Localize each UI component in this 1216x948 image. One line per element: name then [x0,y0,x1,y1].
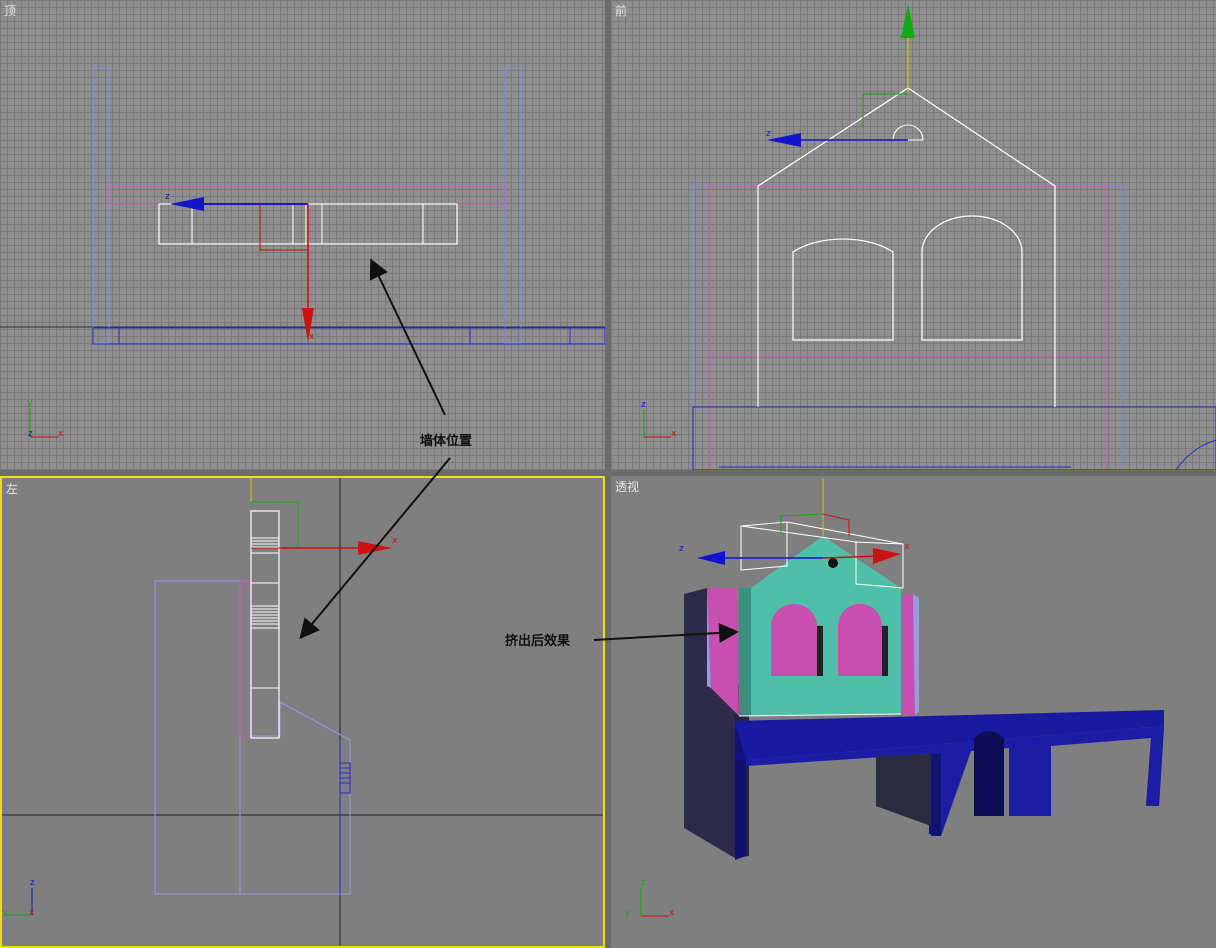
gizmo-x-arrow-left[interactable] [358,541,392,555]
axis-tripod-z-label-front: z [641,400,646,410]
top-view-geometry [0,67,605,438]
viewport-label-left[interactable]: 左 [6,480,18,497]
gizmo-z-label-front: z [766,129,771,139]
axis-tripod-y-label: y [27,398,33,408]
axis-tripod-y-label-left: y [2,908,8,918]
annotation-after-extrude: 挤出后效果 [505,634,571,649]
annotation-wall-position: 墙体位置 [420,434,473,449]
gizmo-z-label-persp: z [679,544,684,554]
gizmo-x-label-left: x [392,536,398,546]
gizmo-x-arrow-persp[interactable] [873,548,901,564]
gizmo-z-arrow-front[interactable] [767,133,801,147]
gizmo-z-arrow-persp[interactable] [697,551,725,565]
viewport-top[interactable]: 顶 z x y z x [0,0,605,470]
viewport-front[interactable]: 前 z z x [611,0,1216,470]
axis-tripod-z-label: z [28,429,33,439]
viewport-label-top[interactable]: 顶 [4,2,16,19]
perspective-view-geometry [640,478,1164,917]
front-view-geometry [643,4,1216,470]
viewport-left[interactable]: 左 x z y x [0,476,605,948]
axis-tripod-y-label-persp: y [625,908,631,918]
axis-tripod-z-label-left: z [30,878,35,888]
gizmo-x-label: x [309,332,315,342]
axis-tripod-z-label-persp: z [641,878,646,888]
gizmo-z-arrow[interactable] [170,197,204,211]
gizmo-y-arrow[interactable] [901,4,915,38]
viewport-label-front[interactable]: 前 [615,2,627,19]
axis-tripod-x-label-left: x [29,908,35,918]
axis-tripod-x-label: x [58,429,64,439]
gizmo-x-label-persp: x [904,542,910,552]
viewport-label-perspective[interactable]: 透视 [615,478,639,495]
viewport-perspective[interactable]: 透视 z x z y x [611,476,1216,948]
axis-tripod-x-label-persp: x [669,908,675,918]
left-view-geometry [2,478,603,946]
axis-tripod-x-label-front: x [671,429,677,439]
gizmo-z-label: z [165,192,170,202]
